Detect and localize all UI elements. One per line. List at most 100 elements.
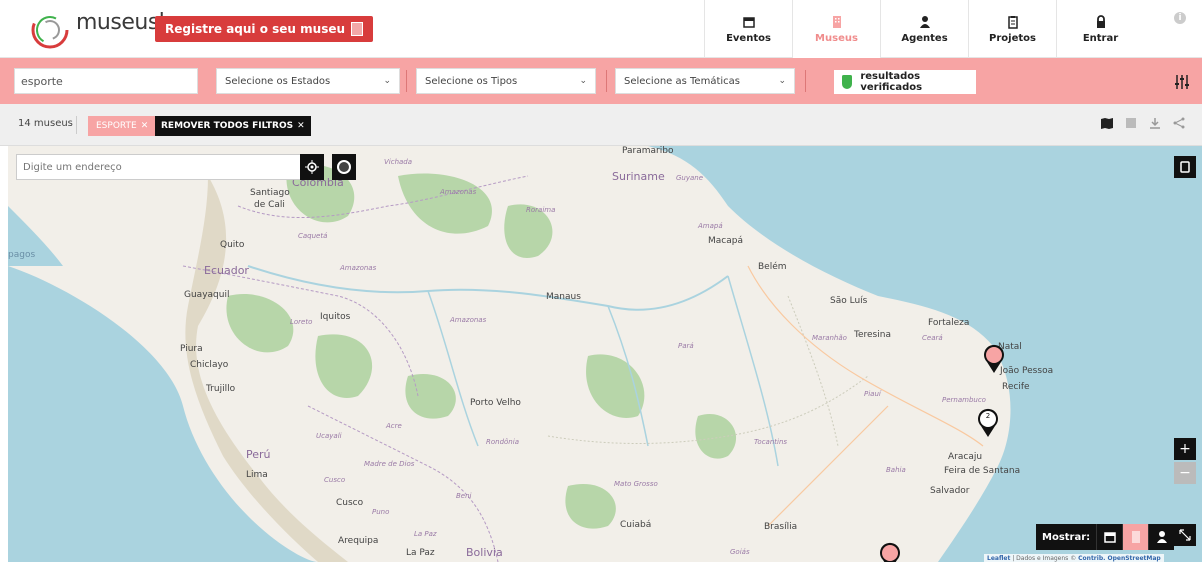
- list-view-icon[interactable]: [1124, 116, 1138, 130]
- building-icon: [1131, 531, 1140, 543]
- map-label: Amazonas: [340, 264, 377, 272]
- map-label: Iquitos: [320, 312, 351, 322]
- download-icon[interactable]: [1148, 116, 1162, 130]
- map-label: pagos: [8, 250, 36, 260]
- map-label: Amapá: [698, 222, 723, 230]
- osm-link[interactable]: Contrib. OpenStreetMap: [1078, 555, 1161, 562]
- divider: [406, 70, 407, 92]
- close-icon: ✕: [297, 121, 305, 131]
- map-label: La Paz: [406, 548, 435, 558]
- map-label: Aracaju: [948, 452, 983, 462]
- museum-cluster-marker[interactable]: 2: [976, 408, 1000, 438]
- zoom-out-button[interactable]: −: [1174, 462, 1196, 484]
- map-label: Roraima: [526, 206, 556, 214]
- filter-bar: Selecione os Estados ⌄ Selecione os Tipo…: [0, 58, 1202, 104]
- address-search-input[interactable]: [16, 154, 301, 180]
- nav-projetos[interactable]: Projetos: [968, 0, 1056, 58]
- expand-icon: [1179, 529, 1191, 541]
- map-label: Trujillo: [206, 384, 236, 394]
- map-label: Belém: [758, 262, 787, 272]
- map-label: Brasília: [764, 522, 798, 532]
- nav-museus[interactable]: Museus: [792, 0, 880, 58]
- map-label: Perú: [246, 448, 271, 461]
- map-view-icon[interactable]: [1100, 116, 1114, 130]
- divider: [76, 116, 77, 134]
- share-icon[interactable]: [1172, 116, 1186, 130]
- leaflet-link[interactable]: Leaflet: [987, 555, 1010, 562]
- sliders-icon[interactable]: [1174, 74, 1190, 90]
- remove-all-label: REMOVER TODOS FILTROS: [161, 121, 294, 131]
- locate-me-button[interactable]: [300, 154, 324, 180]
- map-label: Tocantins: [754, 438, 788, 446]
- map-label: São Luís: [830, 296, 868, 306]
- museum-cluster-marker[interactable]: [982, 344, 1006, 374]
- museum-cluster-marker[interactable]: [878, 542, 902, 562]
- map-label: Vichada: [384, 158, 413, 166]
- keyword-search-input[interactable]: [14, 68, 198, 94]
- map-pin-icon: [984, 344, 1004, 373]
- tipos-select[interactable]: Selecione os Tipos ⌄: [416, 68, 596, 94]
- circle-icon: [337, 160, 351, 174]
- map-label: Beni: [456, 492, 472, 500]
- map-label: Caquetá: [298, 232, 328, 240]
- map-label: Puno: [372, 508, 390, 516]
- fullscreen-button[interactable]: [1174, 524, 1196, 546]
- nav-entrar[interactable]: Entrar: [1056, 0, 1144, 58]
- building-icon: [351, 22, 364, 36]
- toggle-agentes[interactable]: [1148, 524, 1175, 550]
- person-icon: [918, 15, 932, 29]
- museusbr-logo[interactable]: museusbr: [28, 6, 181, 50]
- results-count: 14 museus: [18, 118, 73, 129]
- toggle-eventos[interactable]: [1096, 524, 1123, 550]
- layers-button[interactable]: [1174, 156, 1196, 178]
- show-label: Mostrar:: [1036, 524, 1097, 550]
- map-label: Ecuador: [204, 264, 249, 277]
- info-icon[interactable]: i: [1174, 12, 1186, 24]
- toggle-museus[interactable]: [1122, 524, 1149, 550]
- tipos-select-label: Selecione os Tipos: [425, 75, 518, 87]
- tematicas-select[interactable]: Selecione as Temáticas ⌄: [615, 68, 795, 94]
- estados-select[interactable]: Selecione os Estados ⌄: [216, 68, 400, 94]
- marker-count: 2: [985, 412, 991, 420]
- chevron-down-icon: ⌄: [383, 76, 391, 86]
- nav-eventos[interactable]: Eventos: [704, 0, 792, 58]
- verified-results-toggle[interactable]: resultados verificados: [834, 70, 976, 94]
- map-label: Piura: [180, 344, 203, 354]
- map-label: Mato Grosso: [614, 480, 658, 488]
- tematicas-select-label: Selecione as Temáticas: [624, 75, 740, 87]
- divider: [606, 70, 607, 92]
- map-label: Piauí: [864, 390, 881, 398]
- view-tools: [1100, 116, 1186, 130]
- close-icon[interactable]: ✕: [141, 121, 149, 131]
- logo-main-text: museus: [76, 10, 159, 35]
- attribution-text: | Dados e Imagens ©: [1012, 555, 1077, 562]
- map-label: Macapá: [708, 236, 743, 246]
- museum-map[interactable]: Paramaribo Suriname Guyane Vichada Santi…: [8, 146, 1202, 562]
- map-label: Cuiabá: [620, 520, 652, 530]
- calendar-icon: [742, 15, 756, 29]
- radius-filter-button[interactable]: [332, 154, 356, 180]
- map-attribution: Leaflet | Dados e Imagens © Contrib. Ope…: [984, 554, 1164, 562]
- remove-all-filters-button[interactable]: REMOVER TODOS FILTROS ✕: [155, 116, 311, 136]
- shield-check-icon: [842, 75, 853, 89]
- zoom-in-button[interactable]: +: [1174, 438, 1196, 460]
- map-label: Chiclayo: [190, 360, 229, 370]
- map-tiles[interactable]: [8, 146, 1202, 562]
- map-label: Cusco: [324, 476, 346, 484]
- nav-museus-label: Museus: [815, 32, 858, 44]
- divider: [805, 70, 806, 92]
- chevron-down-icon: ⌄: [579, 76, 587, 86]
- filter-chip-esporte[interactable]: ESPORTE ✕: [88, 116, 157, 136]
- map-label: Pernambuco: [942, 396, 986, 404]
- map-label: Porto Velho: [470, 398, 521, 408]
- map-label: Amazonas: [440, 188, 477, 196]
- register-museum-button[interactable]: Registre aqui o seu museu: [155, 16, 374, 42]
- calendar-icon: [1103, 532, 1116, 543]
- map-label: Suriname: [612, 170, 665, 183]
- map-label: Guyane: [676, 174, 704, 182]
- map-label: Arequipa: [338, 536, 379, 546]
- nav-agentes[interactable]: Agentes: [880, 0, 968, 58]
- map-label: Loreto: [290, 318, 313, 326]
- show-layers-toggle: Mostrar:: [1036, 524, 1175, 550]
- map-label: Pará: [678, 342, 694, 350]
